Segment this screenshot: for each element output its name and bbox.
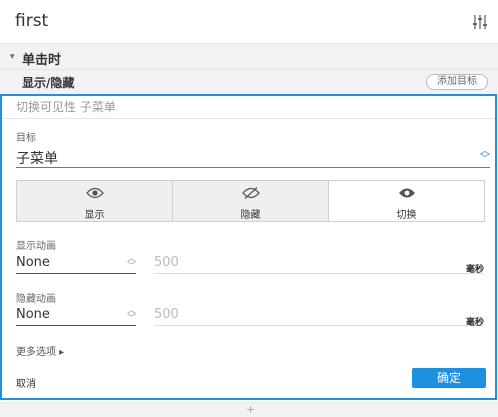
target-value: 子菜单 bbox=[16, 151, 58, 167]
show-duration-unit: 毫秒 bbox=[466, 265, 485, 275]
hide-animation-select[interactable]: None ︿ ﹀ bbox=[16, 306, 136, 326]
plus-icon: + bbox=[246, 403, 256, 416]
action-row: 显示/隐藏 添加目标 bbox=[0, 70, 498, 94]
eye-icon bbox=[85, 187, 104, 199]
hide-duration-unit: 毫秒 bbox=[466, 318, 485, 328]
show-animation-label: 显示动画 bbox=[16, 241, 56, 252]
section-header[interactable]: ▾ 单击时 bbox=[0, 44, 498, 70]
visibility-mode-control: 显示 隐藏 切换 bbox=[16, 180, 485, 222]
select-arrows-icon: ︿ ﹀ bbox=[480, 146, 490, 165]
eye-filled-icon bbox=[398, 188, 415, 198]
section-title: 单击时 bbox=[22, 53, 62, 68]
mode-label: 显示 bbox=[84, 210, 105, 221]
hide-animation-label: 隐藏动画 bbox=[16, 294, 56, 305]
caret-down-icon: ▾ bbox=[10, 52, 15, 62]
hide-duration-value: 500 bbox=[154, 307, 179, 322]
more-options-link[interactable]: 更多选项 ▸ bbox=[16, 343, 64, 358]
action-title: 显示/隐藏 bbox=[22, 76, 75, 90]
eye-slash-icon bbox=[241, 187, 260, 199]
ok-button[interactable]: 确定 bbox=[412, 368, 486, 388]
action-summary: 切换可见性 子菜单 bbox=[16, 100, 116, 114]
page-title: first bbox=[15, 11, 49, 31]
mode-label: 切换 bbox=[396, 210, 417, 221]
sliders-icon[interactable] bbox=[473, 14, 487, 30]
select-arrows-icon: ︿ ﹀ bbox=[126, 254, 136, 272]
cancel-button[interactable]: 取消 bbox=[16, 375, 36, 390]
header: first bbox=[0, 0, 498, 44]
add-action-bar[interactable]: + bbox=[0, 402, 498, 417]
divider bbox=[2, 118, 495, 119]
show-duration-value: 500 bbox=[154, 255, 179, 270]
show-animation-value: None bbox=[16, 255, 50, 270]
select-arrows-icon: ︿ ﹀ bbox=[126, 306, 136, 324]
mode-toggle[interactable]: 切换 bbox=[329, 181, 484, 221]
mode-show[interactable]: 显示 bbox=[17, 181, 173, 221]
add-target-button[interactable]: 添加目标 bbox=[426, 74, 488, 90]
target-label: 目标 bbox=[16, 133, 36, 144]
target-select[interactable]: 子菜单 ︿ ﹀ bbox=[16, 146, 490, 168]
hide-duration-input[interactable]: 500 bbox=[154, 306, 484, 326]
show-animation-select[interactable]: None ︿ ﹀ bbox=[16, 254, 136, 274]
mode-label: 隐藏 bbox=[240, 210, 261, 221]
mode-hide[interactable]: 隐藏 bbox=[173, 181, 329, 221]
hide-animation-value: None bbox=[16, 307, 50, 322]
action-panel: 切换可见性 子菜单 目标 子菜单 ︿ ﹀ 显示 隐藏 切换 显示动画 None … bbox=[0, 94, 497, 400]
show-duration-input[interactable]: 500 bbox=[154, 254, 484, 274]
